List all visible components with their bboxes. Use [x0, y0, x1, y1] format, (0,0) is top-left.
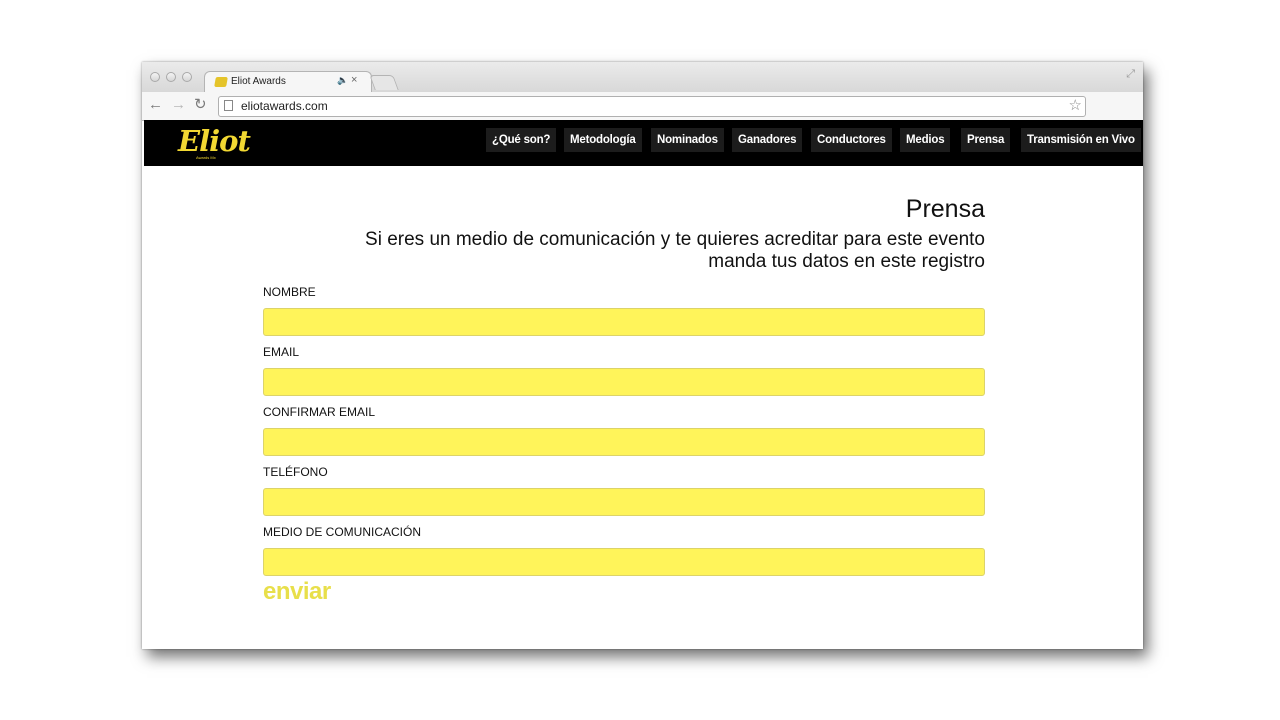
url-text[interactable]: eliotawards.com	[241, 99, 328, 113]
confirm-email-label: CONFIRMAR EMAIL	[263, 405, 376, 419]
logo-subtitle: Awards Mx	[196, 155, 216, 160]
close-window-button[interactable]	[150, 72, 160, 82]
address-bar[interactable]: eliotawards.com ☆	[218, 96, 1086, 117]
star-icon[interactable]: ☆	[1069, 96, 1082, 114]
page-title: Prensa	[905, 195, 985, 223]
speaker-icon[interactable]: 🔈	[337, 75, 348, 86]
reload-icon[interactable]: ↻	[194, 96, 207, 114]
page-icon	[224, 100, 233, 111]
enviar-button[interactable]: enviar	[263, 578, 331, 606]
nombre-input[interactable]	[263, 308, 985, 336]
telefono-input[interactable]	[263, 488, 985, 516]
site-logo[interactable]: Eliot	[178, 124, 251, 158]
zoom-window-button[interactable]	[182, 72, 192, 82]
nav-medios[interactable]: Medios	[900, 128, 951, 152]
confirm-email-input[interactable]	[263, 428, 985, 456]
medio-input[interactable]	[263, 548, 985, 576]
nav-que-son[interactable]: ¿Qué son?	[486, 128, 557, 152]
fullscreen-icon[interactable]: ⤢	[1126, 68, 1135, 81]
site-navbar: Eliot Awards Mx ¿Qué son? Metodología No…	[144, 120, 1143, 166]
telefono-label: TELÉFONO	[263, 465, 328, 479]
back-arrow-icon[interactable]: ←	[148, 96, 163, 114]
nav-ganadores[interactable]: Ganadores	[732, 128, 803, 152]
close-icon[interactable]: ×	[351, 74, 357, 86]
browser-tab[interactable]: Eliot Awards 🔈 ×	[204, 71, 372, 94]
nav-transmision-en-vivo[interactable]: Transmisión en Vivo	[1021, 128, 1141, 152]
forward-arrow-icon[interactable]: →	[171, 96, 186, 114]
nav-conductores[interactable]: Conductores	[811, 128, 892, 152]
page-intro: Si eres un medio de comunicación y te qu…	[365, 229, 985, 272]
nombre-label: NOMBRE	[263, 285, 316, 299]
email-label: EMAIL	[263, 345, 300, 359]
nav-prensa[interactable]: Prensa	[961, 128, 1011, 152]
nav-nominados[interactable]: Nominados	[651, 128, 724, 152]
nav-metodologia[interactable]: Metodología	[564, 128, 642, 152]
medio-label: MEDIO DE COMUNICACIÓN	[263, 525, 422, 539]
browser-toolbar: ← → ↻ eliotawards.com ☆	[142, 92, 1143, 121]
page-content: Prensa Si eres un medio de comunicación …	[142, 167, 1143, 649]
new-tab-button[interactable]	[369, 75, 399, 90]
tab-strip: Eliot Awards 🔈 × ⤢	[142, 62, 1143, 94]
favicon-icon	[214, 77, 228, 87]
tab-title: Eliot Awards	[231, 76, 286, 87]
minimize-window-button[interactable]	[166, 72, 176, 82]
email-input[interactable]	[263, 368, 985, 396]
browser-window: Eliot Awards 🔈 × ⤢ ← → ↻ eliotawards.com…	[142, 62, 1143, 649]
